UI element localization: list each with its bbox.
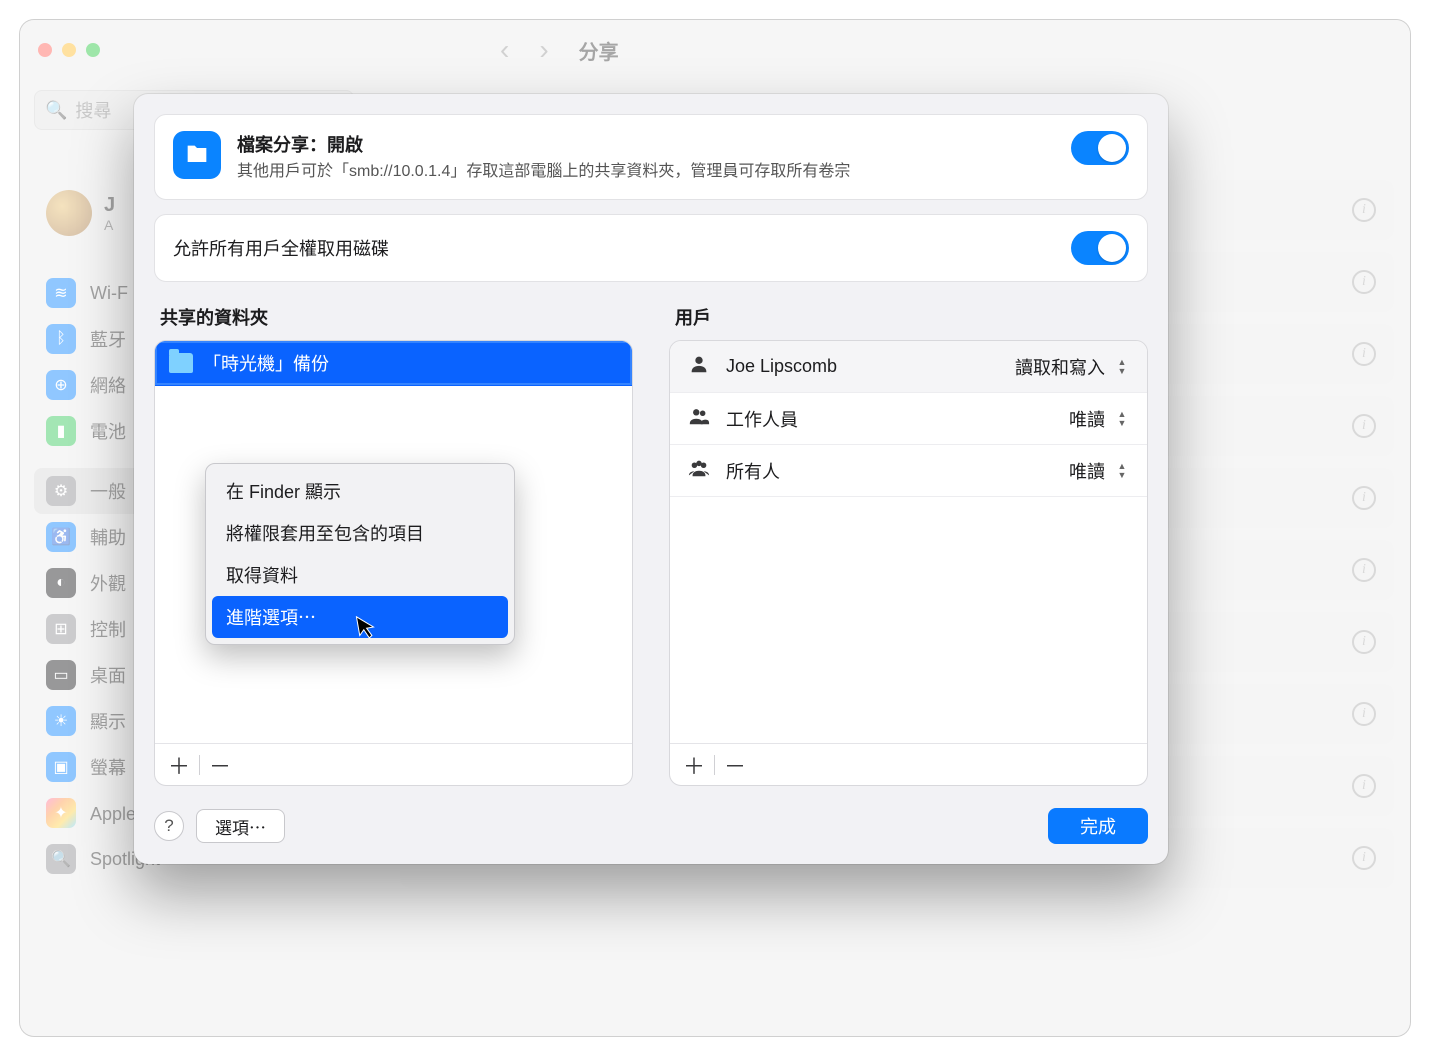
user-name-label: 工作人員 <box>726 406 1055 432</box>
user-row[interactable]: 所有人 唯讀 ▲▼ <box>670 445 1147 497</box>
stepper-icon: ▲▼ <box>1113 460 1131 482</box>
shared-folders-header: 共享的資料夾 <box>160 304 633 330</box>
user-row[interactable]: 工作人員 唯讀 ▲▼ <box>670 393 1147 445</box>
file-sharing-icon <box>173 131 221 179</box>
full-disk-card: 允許所有用戶全權取用磁碟 <box>154 214 1148 282</box>
users-footer: ＋ － <box>670 743 1147 785</box>
full-disk-label: 允許所有用戶全權取用磁碟 <box>173 235 389 261</box>
sheet-footer: ? 選項⋯ 完成 <box>154 808 1148 844</box>
group-icon <box>686 457 712 484</box>
perm-label: 唯讀 <box>1069 406 1105 432</box>
users-header: 用戶 <box>675 304 1148 330</box>
full-disk-toggle[interactable] <box>1071 231 1129 265</box>
users-column: 用戶 Joe Lipscomb 讀取和寫入 ▲▼ 工作人員 唯讀 ▲▼ <box>669 304 1148 786</box>
user-permission-select[interactable]: 唯讀 ▲▼ <box>1069 406 1131 432</box>
stepper-icon: ▲▼ <box>1113 356 1131 378</box>
people-icon <box>686 405 712 432</box>
users-list: Joe Lipscomb 讀取和寫入 ▲▼ 工作人員 唯讀 ▲▼ 所有人 唯讀 ▲▼ <box>669 340 1148 786</box>
separator <box>199 755 200 775</box>
remove-folder-button[interactable]: － <box>206 751 234 779</box>
separator <box>714 755 715 775</box>
perm-label: 唯讀 <box>1069 458 1105 484</box>
ctx-show-in-finder[interactable]: 在 Finder 顯示 <box>212 470 508 512</box>
perm-label: 讀取和寫入 <box>1015 354 1105 380</box>
help-button[interactable]: ? <box>154 811 184 841</box>
add-user-button[interactable]: ＋ <box>680 751 708 779</box>
user-name-label: 所有人 <box>726 458 1055 484</box>
file-sharing-card: 檔案分享：開啟 其他用戶可於「smb://10.0.1.4」存取這部電腦上的共享… <box>154 114 1148 200</box>
stepper-icon: ▲▼ <box>1113 408 1131 430</box>
folder-item-selected[interactable]: 「時光機」備份 <box>155 341 632 385</box>
options-button[interactable]: 選項⋯ <box>196 809 285 843</box>
person-icon <box>686 353 712 380</box>
folders-footer: ＋ － <box>155 743 632 785</box>
user-permission-select[interactable]: 唯讀 ▲▼ <box>1069 458 1131 484</box>
add-folder-button[interactable]: ＋ <box>165 751 193 779</box>
ctx-get-info[interactable]: 取得資料 <box>212 554 508 596</box>
user-name-label: Joe Lipscomb <box>726 356 1001 377</box>
user-permission-select[interactable]: 讀取和寫入 ▲▼ <box>1015 354 1131 380</box>
done-button[interactable]: 完成 <box>1048 808 1148 844</box>
folder-name: 「時光機」備份 <box>203 350 329 376</box>
file-sharing-subtitle: 其他用戶可於「smb://10.0.1.4」存取這部電腦上的共享資料夾，管理員可… <box>237 161 850 183</box>
user-row[interactable]: Joe Lipscomb 讀取和寫入 ▲▼ <box>670 341 1147 393</box>
file-sharing-toggle[interactable] <box>1071 131 1129 165</box>
file-sharing-title: 檔案分享：開啟 <box>237 131 850 157</box>
folder-icon <box>169 353 193 373</box>
ctx-apply-permissions[interactable]: 將權限套用至包含的項目 <box>212 512 508 554</box>
remove-user-button[interactable]: － <box>721 751 749 779</box>
